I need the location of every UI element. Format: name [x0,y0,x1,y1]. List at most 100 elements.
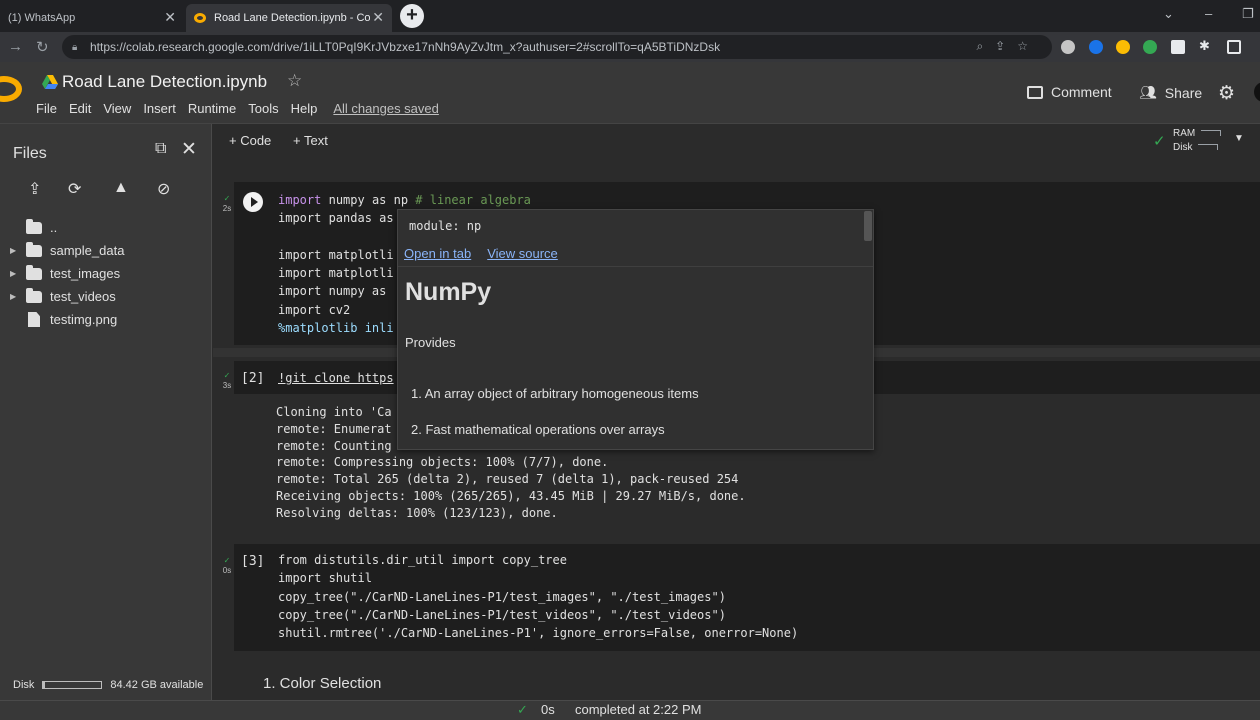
tree-item-test-images[interactable]: ▶ test_images [0,262,212,285]
share-button[interactable]: 👥︎ Share [1139,84,1202,101]
output-line: remote: Total 265 (delta 2), reused 7 (d… [276,472,739,487]
google-drive-icon [42,75,58,89]
restore-icon[interactable]: ❐ [1242,6,1254,22]
code-line: import pandas as [278,211,394,226]
expand-arrow-icon[interactable]: ▶ [10,269,26,278]
view-source-link[interactable]: View source [487,246,558,261]
status-duration[interactable]: 0s [541,702,555,717]
extension-icon[interactable] [1171,40,1185,54]
execution-count: [3] [241,554,265,569]
chevron-down-icon[interactable]: ⌄ [1163,6,1174,22]
grammarly-icon[interactable] [1143,40,1157,54]
docstring-tooltip: module: np Open in tab View source NumPy … [397,209,874,450]
colab-logo-icon[interactable] [0,76,22,102]
output-line: remote: Compressing objects: 100% (7/7),… [276,455,609,470]
menu-runtime[interactable]: Runtime [188,101,236,116]
add-code-cell-button[interactable]: + Code [229,133,271,148]
cell-code[interactable]: from distutils.dir_util import copy_tree… [278,551,798,642]
cell-exec-time: 3s [222,381,232,390]
puzzle-icon[interactable]: ✱ [1199,38,1213,53]
url-field[interactable]: 🔒︎ https://colab.research.google.com/dri… [62,35,1052,59]
sidepanel-icon[interactable] [1227,40,1241,54]
code-line: copy_tree("./CarND-LaneLines-P1/test_ima… [278,589,726,604]
menu-edit[interactable]: Edit [69,101,91,116]
code-line: copy_tree("./CarND-LaneLines-P1/test_vid… [278,607,726,622]
tooltip-list-item: 2. Fast mathematical operations over arr… [411,422,665,437]
tree-item-testimg[interactable]: testimg.png [0,308,212,331]
output-line: remote: Counting [276,438,392,453]
cell-code[interactable]: !git clone https [278,369,394,387]
disk-label: Disk [13,679,35,691]
folder-icon [26,287,42,303]
tooltip-scrollbar[interactable] [864,211,872,241]
forward-icon[interactable]: → [8,38,23,55]
code-line: import matplotli [278,266,394,281]
new-tab-button[interactable]: + [400,4,424,28]
tree-item-sample-data[interactable]: ▶ sample_data [0,239,212,262]
tree-item-label: test_images [50,266,121,281]
tooltip-list-item: 1. An array object of arbitrary homogene… [411,386,699,401]
menu-help[interactable]: Help [291,101,318,116]
run-cell-button[interactable] [243,192,263,212]
tree-item-label: test_videos [50,289,116,304]
zoom-icon[interactable]: ⌕ [976,39,995,53]
code-cell[interactable]: ✓ 0s [3] from distutils.dir_util import … [223,544,1260,651]
code-line: shutil.rmtree('./CarND-LaneLines-P1', ig… [278,626,799,641]
code-line: import numpy as [278,284,387,299]
add-text-cell-button[interactable]: + Text [293,133,328,148]
output-line: Resolving deltas: 100% (123/123), done. [276,505,558,520]
upload-file-icon[interactable]: ⇪ [28,179,41,199]
comment-button[interactable]: Comment [1027,84,1112,100]
cell-check-icon: ✓ [223,194,231,203]
close-icon[interactable]: ✕ [372,9,384,26]
tree-item-test-videos[interactable]: ▶ test_videos [0,285,212,308]
tooltip-title: NumPy [405,278,492,306]
output-line: Receiving objects: 100% (265/265), 43.45… [276,488,746,503]
extension-icon[interactable] [1061,40,1075,54]
mount-drive-icon[interactable]: ▲ [113,179,129,197]
expand-arrow-icon[interactable]: ▶ [10,246,26,255]
hide-files-icon[interactable]: ⊘ [157,179,170,199]
minimize-icon[interactable]: – [1205,6,1212,21]
reload-icon[interactable]: ↻ [36,38,49,56]
ram-disk-indicator[interactable]: RAM Disk [1173,127,1222,155]
bookmark-star-icon[interactable]: ☆ [1017,39,1040,53]
code-line: from distutils.dir_util import copy_tree [278,553,567,567]
menu-insert[interactable]: Insert [143,101,176,116]
menu-file[interactable]: File [36,101,57,116]
menu-view[interactable]: View [103,101,131,116]
tooltip-module: module: np [409,219,482,233]
close-icon[interactable]: ✕ [181,138,197,161]
files-sidebar: Files ⧉ ✕ ⇪ ⟳ ▲ ⊘ .. ▶ sample_data ▶ tes… [0,124,212,700]
extension-icon[interactable] [1089,40,1103,54]
tab-colab-notebook[interactable]: Road Lane Detection.ipynb - Co ✕ [186,4,392,32]
folder-icon [26,264,42,280]
comment-label: Comment [1051,84,1112,100]
gear-icon[interactable]: ⚙ [1218,82,1235,105]
open-in-tab-link[interactable]: Open in tab [404,246,471,261]
menu-bar: File Edit View Insert Runtime Tools Help… [36,101,439,116]
tree-item-label: testimg.png [50,312,118,327]
tab-whatsapp[interactable]: (1) WhatsApp ✕ [0,4,184,32]
cell-exec-time: 2s [222,204,232,213]
code-line: %matplotlib inli [278,321,394,336]
section-heading[interactable]: 1. Color Selection [263,675,381,692]
close-icon[interactable]: ✕ [164,9,176,26]
open-in-window-icon[interactable]: ⧉ [155,140,166,158]
expand-arrow-icon[interactable]: ▶ [10,292,26,301]
menu-tools[interactable]: Tools [248,101,278,116]
share-page-icon[interactable]: ⇪ [995,39,1017,53]
extension-icon[interactable] [1116,40,1130,54]
save-status[interactable]: All changes saved [333,101,439,116]
status-completed: completed at 2:22 PM [575,702,702,717]
refresh-folder-icon[interactable]: ⟳ [68,179,81,199]
notebook-title[interactable]: Road Lane Detection.ipynb [62,72,267,92]
tree-item-label: .. [50,220,58,235]
chevron-down-icon[interactable]: ▼ [1234,133,1244,144]
avatar[interactable] [1254,82,1260,102]
star-icon[interactable]: ☆ [287,71,302,91]
status-check-icon: ✓ [517,702,528,717]
tree-item-parent[interactable]: .. [0,216,212,239]
output-line: remote: Enumerat [276,421,392,436]
comment-icon [1027,85,1043,99]
